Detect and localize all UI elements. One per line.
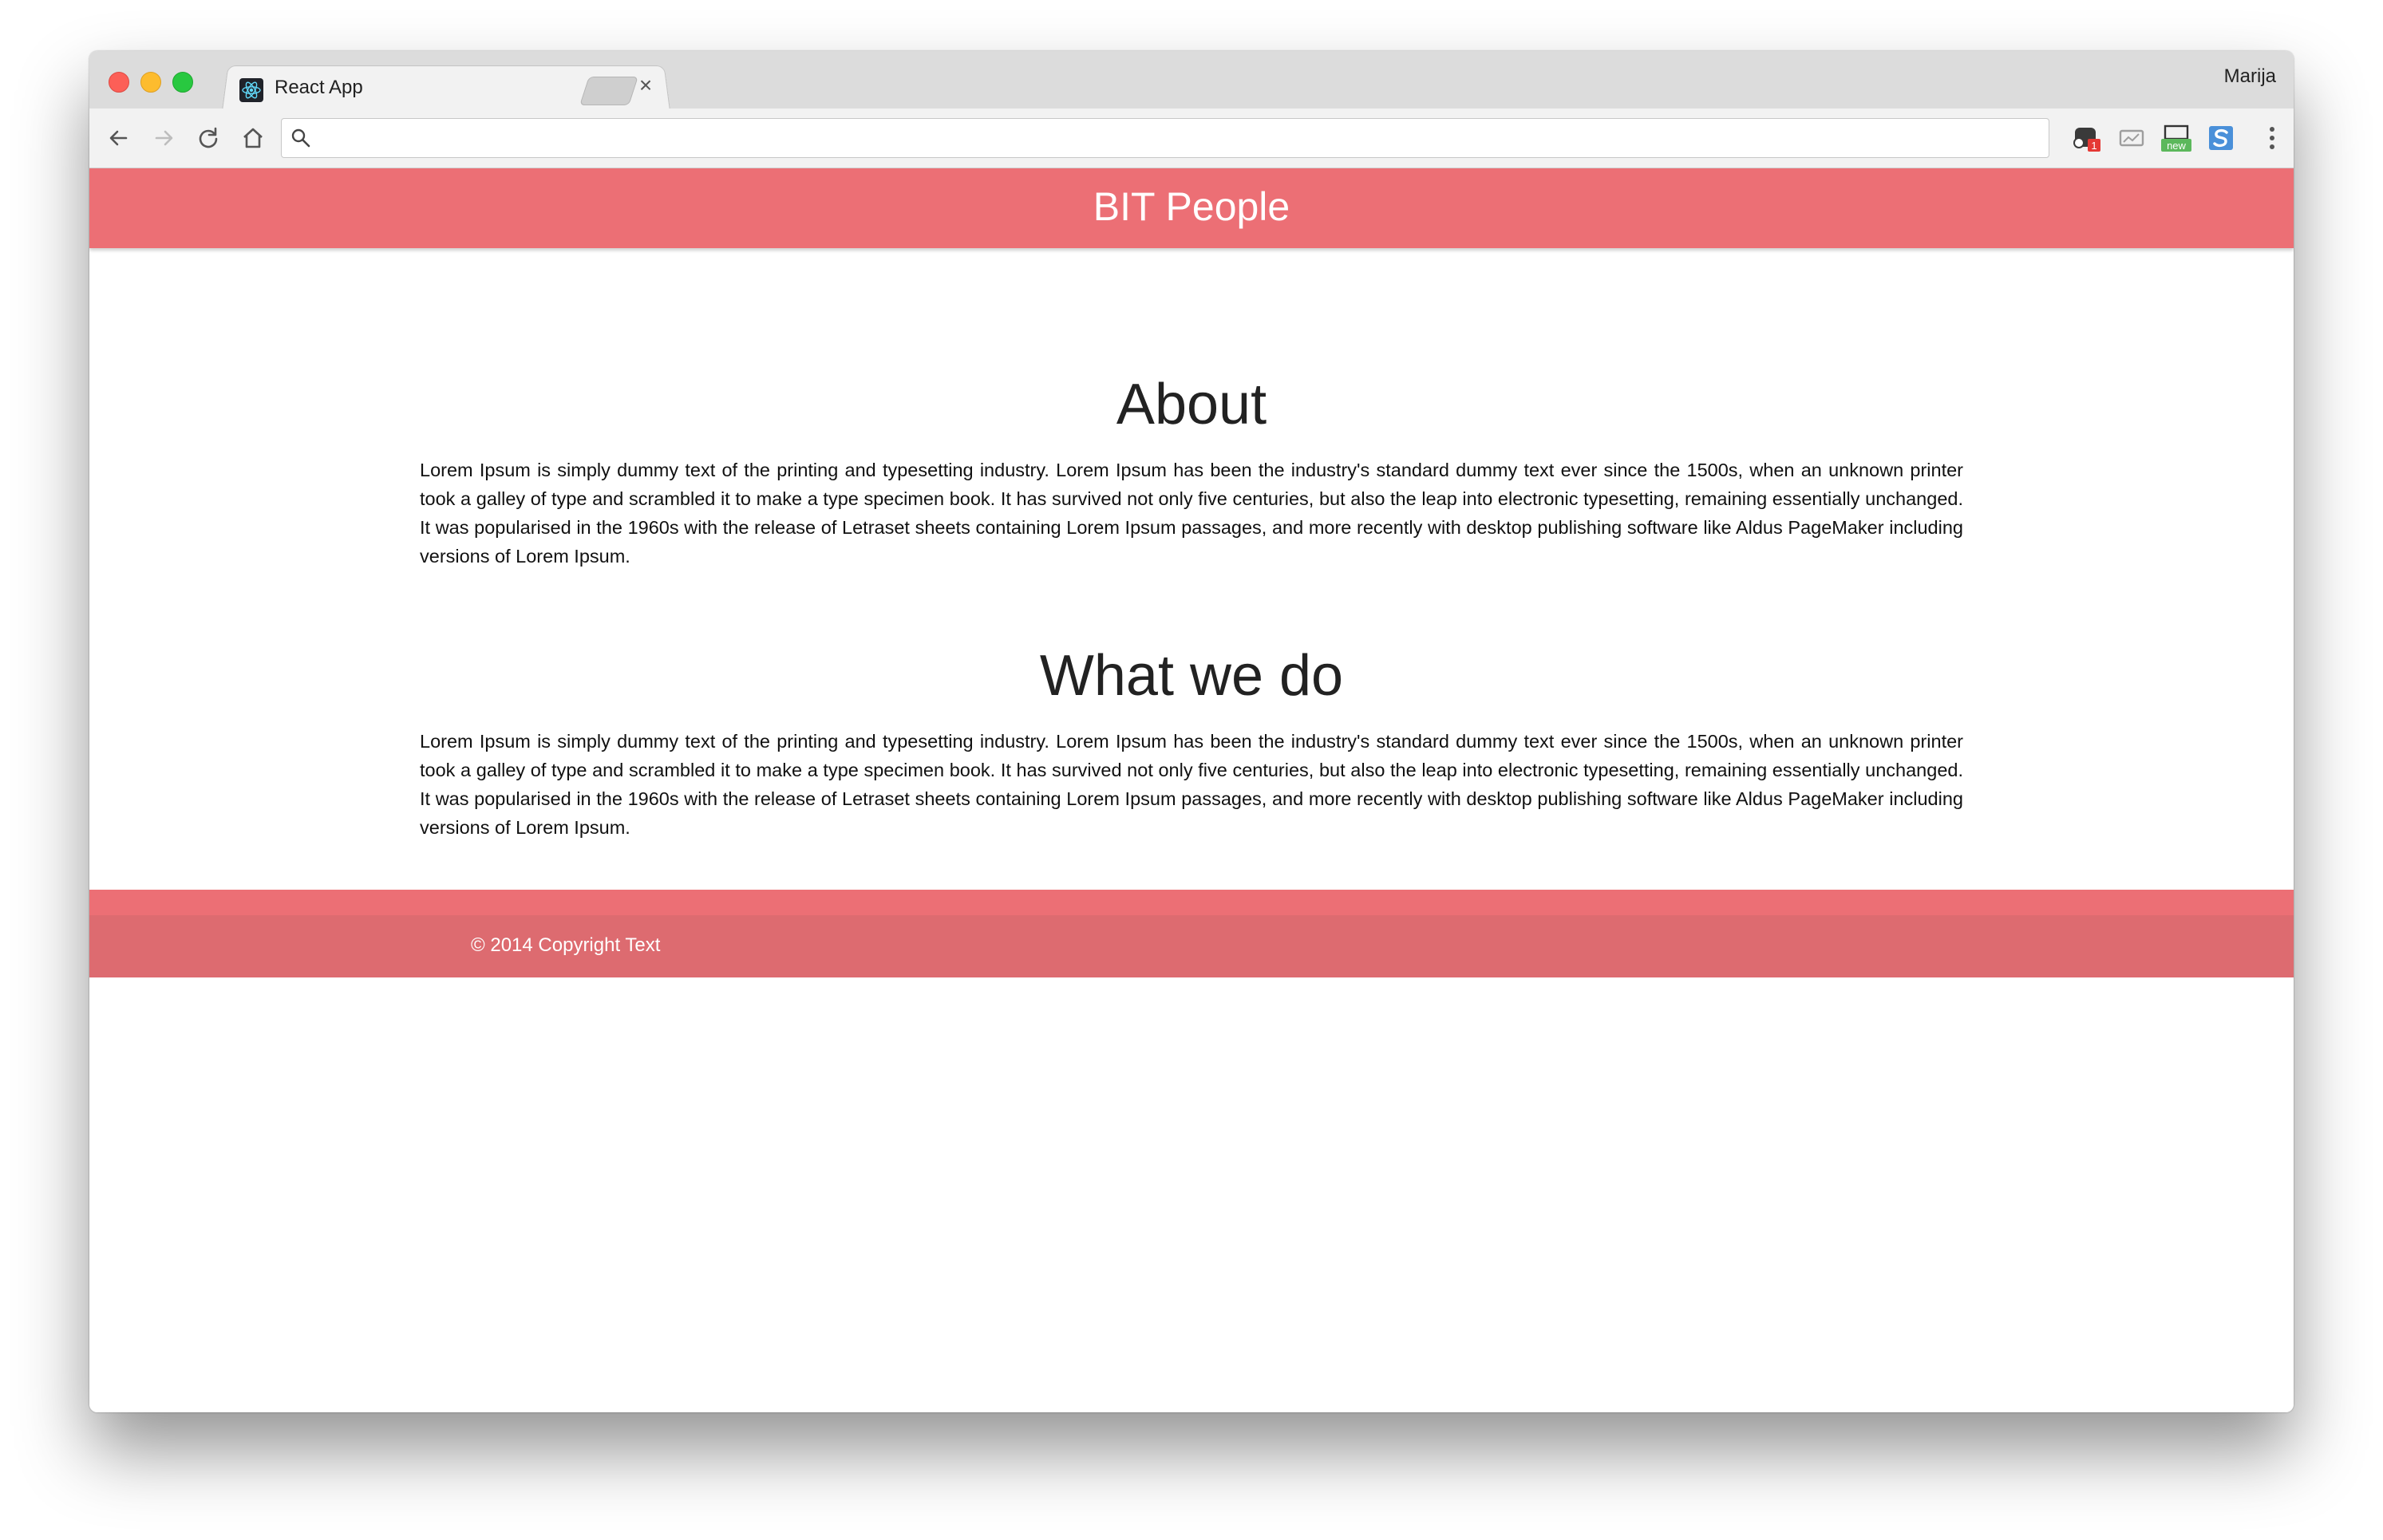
section-body-what-we-do: Lorem Ipsum is simply dummy text of the … [420, 731, 1963, 838]
web-page: BIT People About Lorem Ipsum is simply d… [89, 168, 2294, 1412]
reload-icon[interactable] [193, 123, 223, 153]
new-tab-button[interactable] [579, 77, 638, 105]
extension-icon[interactable]: new [2161, 123, 2191, 153]
tab-close-icon[interactable]: × [635, 74, 656, 97]
footer-top-bar [89, 890, 2294, 915]
search-icon [290, 127, 312, 149]
forward-arrow-icon[interactable] [148, 123, 179, 153]
extension-icon[interactable] [2206, 123, 2236, 153]
extension-icon[interactable]: 1 [2072, 123, 2102, 153]
home-icon[interactable] [238, 123, 268, 153]
section-heading-about: About [1116, 373, 1267, 436]
react-logo-icon [239, 78, 263, 102]
tab-title: React App [275, 77, 363, 98]
extension-icon[interactable] [2116, 123, 2147, 153]
minimize-window-icon[interactable] [140, 72, 161, 93]
profile-name[interactable]: Marija [2224, 65, 2276, 88]
close-window-icon[interactable] [109, 72, 129, 93]
site-header: BIT People [89, 168, 2294, 248]
browser-toolbar: 1 new [89, 109, 2294, 168]
browser-window: React App × Marija 1 new BIT People Abou… [89, 51, 2294, 1412]
footer-copyright: © 2014 Copyright Text [471, 934, 661, 956]
address-bar[interactable] [281, 118, 2049, 158]
extension-badge: 1 [2091, 140, 2096, 152]
site-title[interactable]: BIT People [89, 183, 2294, 231]
section-body-about: Lorem Ipsum is simply dummy text of the … [420, 460, 1963, 567]
back-arrow-icon[interactable] [104, 123, 134, 153]
extension-new-label: new [2167, 140, 2186, 152]
tab-strip: React App × Marija [89, 51, 2294, 111]
section-heading-what-we-do: What we do [1039, 644, 1344, 708]
zoom-window-icon[interactable] [172, 72, 193, 93]
more-menu-icon[interactable] [2268, 124, 2276, 152]
site-footer: © 2014 Copyright Text [89, 915, 2294, 977]
